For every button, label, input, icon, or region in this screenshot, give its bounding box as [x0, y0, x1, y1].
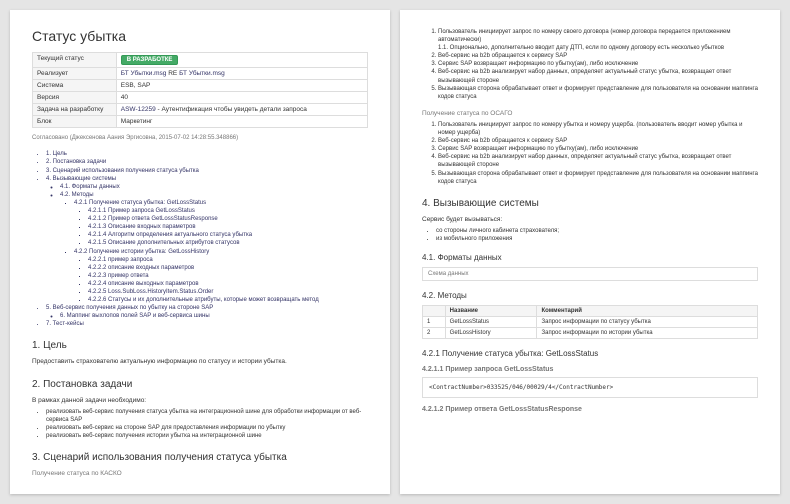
meta-key: Версия — [33, 92, 117, 104]
code-sample: <ContractNumber>033525/046/00029/4</Cont… — [422, 377, 758, 398]
body-text: Получение статуса по КАСКО — [32, 469, 368, 478]
toc: 1. Цель 2. Постановка задачи 3. Сценарий… — [32, 150, 368, 328]
page-title: Статус убытка — [32, 28, 368, 44]
list-item: реализовать веб-сервис получения истории… — [46, 432, 368, 440]
methods-table: НазваниеКомментарий 1GetLossStatusЗапрос… — [422, 305, 758, 339]
list-item: Пользователь инициирует запрос по номеру… — [438, 121, 758, 137]
list-item: Сервис SAP возвращает информацию по убыт… — [438, 60, 758, 68]
toc-link[interactable]: 4.2.2.4 описание выходных параметров — [88, 281, 199, 287]
status-badge: В РАЗРАБОТКЕ — [121, 55, 179, 65]
table-row: 2GetLossHistoryЗапрос информации по исто… — [423, 327, 758, 338]
toc-link[interactable]: 4.2.1.3 Описание входных параметров — [88, 224, 196, 230]
issue-link[interactable]: ASW-12259 — [121, 106, 156, 113]
toc-link[interactable]: 4. Вызывающие системы — [46, 176, 116, 182]
toc-link[interactable]: 4.2.2.2 описание входных параметров — [88, 265, 194, 271]
file-link[interactable]: БТ Убытки.msg — [179, 70, 225, 77]
th — [423, 305, 446, 316]
toc-link[interactable]: 5. Веб-сервис получения данных по убытку… — [46, 305, 213, 311]
toc-link[interactable]: 4.2.2.3 пример ответа — [88, 273, 149, 279]
toc-link[interactable]: 6. Маппинг выхлопов полей SAP и веб-серв… — [60, 313, 210, 319]
sep: RE — [166, 70, 179, 77]
toc-link[interactable]: 4.2.1.2 Пример ответа GetLossStatusRespo… — [88, 216, 218, 222]
toc-link[interactable]: 4.2. Методы — [60, 192, 94, 198]
list-item: Веб-сервис на b2b анализирует набор данн… — [438, 68, 758, 84]
toc-link[interactable]: 1. Цель — [46, 151, 67, 157]
list-item: Веб-сервис на b2b обращается к сервису S… — [438, 52, 758, 60]
body-text: Сервис будет вызываться: — [422, 215, 758, 224]
bullet-list: реализовать веб-сервис получения статуса… — [32, 408, 368, 440]
body-text: Предоставить страхователю актуальную инф… — [32, 357, 368, 366]
meta-val: БТ Убытки.msg RE БТ Убытки.msg — [116, 68, 367, 80]
toc-link[interactable]: 4.2.2.5 Loss.SubLoss.HistoryItem.Status.… — [88, 289, 213, 295]
meta-key: Реализует — [33, 68, 117, 80]
page-2: Пользователь инициирует запрос по номеру… — [400, 10, 780, 494]
bullet-list: со стороны личного кабинета страхователя… — [422, 227, 758, 243]
toc-link[interactable]: 4.2.1 Получение статуса убытка: GetLossS… — [74, 200, 206, 206]
list-item: реализовать веб-сервис на стороне SAP дл… — [46, 424, 368, 432]
section-heading: 3. Сценарий использования получения стат… — [32, 452, 368, 463]
list-item: Вызывающая сторона обрабатывает ответ и … — [438, 170, 758, 186]
section-heading: 4.2. Методы — [422, 291, 758, 300]
toc-link[interactable]: 4.2.1.5 Описание дополнительных атрибуто… — [88, 240, 240, 246]
section-heading: 4.1. Форматы данных — [422, 253, 758, 262]
list-item: Сервис SAP возвращает информацию по убыт… — [438, 145, 758, 153]
meta-key: Текущий статус — [33, 53, 117, 68]
toc-link[interactable]: 2. Постановка задачи — [46, 159, 106, 165]
meta-val: 40 — [116, 92, 367, 104]
section-heading: 2. Постановка задачи — [32, 379, 368, 390]
toc-link[interactable]: 4.2.1.4 Алгоритм определения актуального… — [88, 232, 252, 238]
steps-kasko: Пользователь инициирует запрос по номеру… — [422, 28, 758, 101]
meta-table: Текущий статусВ РАЗРАБОТКЕ РеализуетБТ У… — [32, 52, 368, 128]
meta-val: ASW-12259 - Аутентификация чтобы увидеть… — [116, 104, 367, 116]
section-heading: 4.2.1.1 Пример запроса GetLossStatus — [422, 366, 758, 373]
toc-link[interactable]: 4.1. Форматы данных — [60, 184, 120, 190]
meta-key: Блок — [33, 116, 117, 128]
list-item: реализовать веб-сервис получения статуса… — [46, 408, 368, 424]
section-heading: 4.2.1.2 Пример ответа GetLossStatusRespo… — [422, 406, 758, 413]
toc-link[interactable]: 4.2.2.1 пример запроса — [88, 257, 153, 263]
body-text: В рамках данной задачи необходимо: — [32, 396, 368, 405]
meta-key: Система — [33, 80, 117, 92]
toc-link[interactable]: 4.2.1.1 Пример запроса GetLossStatus — [88, 208, 195, 214]
section-heading: 4.2.1 Получение статуса убытка: GetLossS… — [422, 349, 758, 358]
th: Название — [445, 305, 537, 316]
approval-stamp: Согласовано (Джексенова Аания Эргисовна,… — [32, 134, 368, 142]
file-link[interactable]: БТ Убытки.msg — [121, 70, 167, 77]
issue-desc: - Аутентификация чтобы увидеть детали за… — [156, 106, 307, 113]
meta-val: ESB, SAP — [116, 80, 367, 92]
section-heading: 1. Цель — [32, 340, 368, 351]
toc-link[interactable]: 4.2.2.6 Статусы и их дополнительные атри… — [88, 297, 319, 303]
schema-box[interactable]: Схема данных — [422, 267, 758, 281]
th: Комментарий — [537, 305, 758, 316]
toc-link[interactable]: 4.2.2 Получение истории убытка: GetLossH… — [74, 249, 209, 255]
steps-osago: Пользователь инициирует запрос по номеру… — [422, 121, 758, 186]
table-row: 1GetLossStatusЗапрос информации по стату… — [423, 316, 758, 327]
sub-heading: Получение статуса по ОСАГО — [422, 109, 758, 118]
toc-link[interactable]: 7. Тест-кейсы — [46, 321, 84, 327]
meta-val: Маркетинг — [116, 116, 367, 128]
meta-key: Задача на разработку — [33, 104, 117, 116]
section-heading: 4. Вызывающие системы — [422, 198, 758, 209]
meta-val: В РАЗРАБОТКЕ — [116, 53, 367, 68]
list-item: со стороны личного кабинета страхователя… — [436, 227, 758, 235]
list-item: Веб-сервис на b2b анализирует набор данн… — [438, 153, 758, 169]
list-item: Вызывающая сторона обрабатывает ответ и … — [438, 85, 758, 101]
list-item: Пользователь инициирует запрос по номеру… — [438, 28, 758, 52]
list-item: Веб-сервис на b2b обращается к сервису S… — [438, 137, 758, 145]
list-item: из мобильного приложения — [436, 235, 758, 243]
toc-link[interactable]: 3. Сценарий использования получения стат… — [46, 168, 199, 174]
page-1: Статус убытка Текущий статус В РАЗРАБОТКЕ… — [10, 10, 390, 494]
